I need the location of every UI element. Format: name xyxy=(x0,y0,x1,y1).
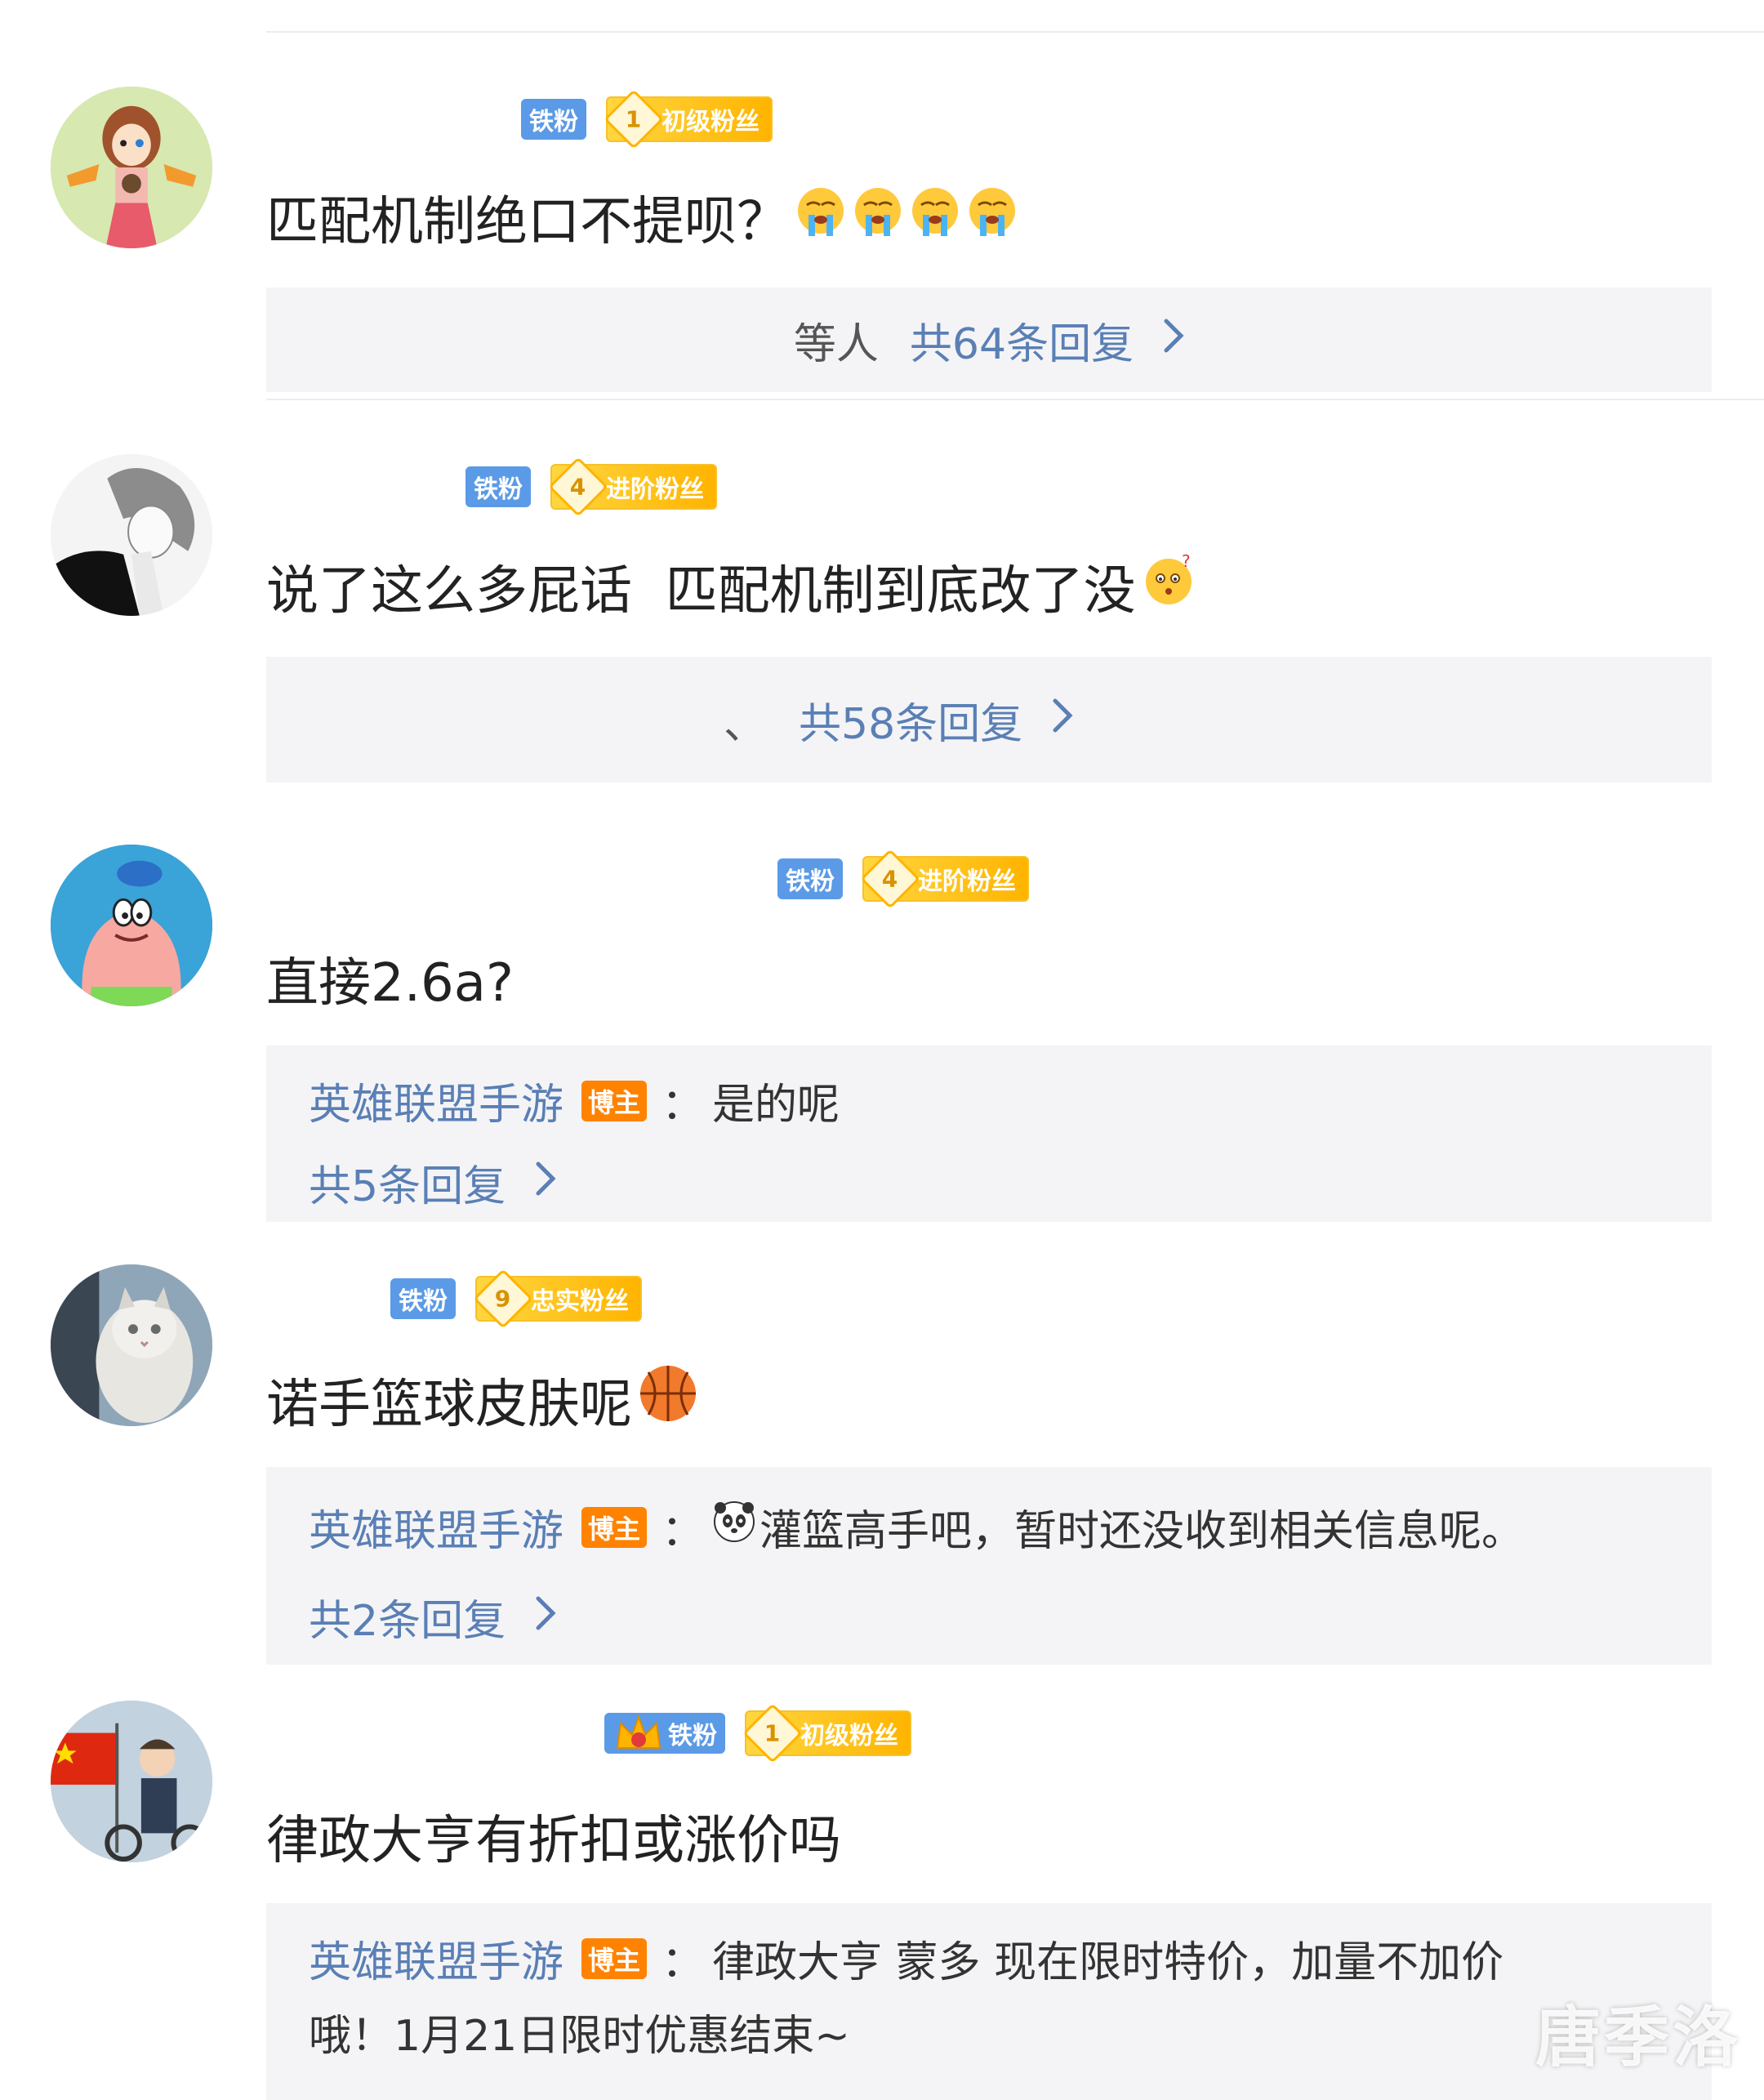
view-replies-link[interactable]: 共2条回复 xyxy=(309,1586,556,1647)
reply-summary[interactable]: 、 共58条回复 xyxy=(266,657,1712,782)
user-badges: 铁粉 1 初级粉丝 xyxy=(604,1703,911,1763)
fan-title: 初级粉丝 xyxy=(662,108,760,136)
reply-box: 英雄联盟手游 博主 ： 灌篮高手吧，暂时还没收到相关信息呢。 共2条回复 xyxy=(266,1467,1712,1665)
view-replies-link[interactable]: 共5条回复 xyxy=(309,1152,556,1213)
chevron-right-icon xyxy=(1052,695,1073,744)
chevron-right-icon xyxy=(1163,315,1184,364)
fan-level-diamond-icon: 9 xyxy=(473,1268,533,1329)
crying-emoji-icon xyxy=(794,184,1022,251)
reply-text: 灌篮高手吧，暂时还没收到相关信息呢。 xyxy=(760,1507,1525,1556)
fan-title: 进阶粉丝 xyxy=(606,475,704,504)
reply-text: 哦！1月21日限时优惠结束~ xyxy=(309,2012,850,2061)
comment-text: 律政大亨有折扣或涨价吗 xyxy=(266,1811,841,1871)
svg-text:?: ? xyxy=(1182,552,1191,571)
view-replies-link[interactable]: 共58条回复 xyxy=(799,689,1073,751)
iron-fan-badge: 铁粉 xyxy=(466,466,531,507)
avatar[interactable] xyxy=(51,87,212,248)
fan-level-diamond-icon: 1 xyxy=(742,1703,803,1763)
reply-box: 英雄联盟手游 博主 ： 律政大亨 蒙多 现在限时特价，加量不加价 哦！1月21日… xyxy=(266,1903,1712,2100)
avatar[interactable] xyxy=(51,845,212,1006)
fan-title: 初级粉丝 xyxy=(800,1722,898,1750)
reply-summary[interactable]: 等人 共64条回复 xyxy=(266,288,1712,392)
reply-users: 等人 xyxy=(793,319,879,369)
fan-level-diamond-icon: 4 xyxy=(548,457,608,517)
chevron-right-icon xyxy=(535,1593,556,1642)
host-badge: 博主 xyxy=(581,1506,648,1548)
fan-level-badge: 9 忠实粉丝 xyxy=(473,1268,642,1329)
iron-fan-badge: 铁粉 xyxy=(390,1278,456,1319)
avatar-patrick-star-icon xyxy=(51,845,212,1006)
avatar-girl-with-flag-icon xyxy=(51,1701,212,1862)
avatar-white-cat-icon xyxy=(51,1264,212,1426)
reply-text: 律政大亨 蒙多 现在限时特价，加量不加价 xyxy=(712,1938,1504,1987)
divider-top xyxy=(266,31,1764,33)
divider xyxy=(266,399,1764,400)
fan-level-diamond-icon: 4 xyxy=(860,849,920,909)
reply-box: 英雄联盟手游 博主 ： 是的呢 共5条回复 xyxy=(266,1046,1712,1222)
avatar[interactable] xyxy=(51,1264,212,1426)
reply-users: 、 xyxy=(724,699,767,749)
watermark: 唐季洛 xyxy=(1535,2000,1741,2075)
host-badge: 博主 xyxy=(581,1937,648,1979)
fan-level-diamond-icon: 1 xyxy=(604,89,664,149)
reply-author-link[interactable]: 英雄联盟手游 xyxy=(309,1070,564,1131)
host-reply: 英雄联盟手游 博主 ： 律政大亨 蒙多 现在限时特价，加量不加价 xyxy=(309,1928,1503,1989)
comment-text: 说了这么多屁话 匹配机制到底改了没 ? xyxy=(266,549,1196,624)
comment-text: 匹配机制绝口不提呗？ xyxy=(266,180,1022,255)
avatar[interactable] xyxy=(51,1701,212,1862)
panda-emoji-icon xyxy=(712,1500,756,1554)
user-badges: 铁粉 1 初级粉丝 xyxy=(521,89,773,149)
comment-text: 直接2.6a? xyxy=(266,953,514,1014)
fan-title: 忠实粉丝 xyxy=(531,1287,629,1316)
reply-author-link[interactable]: 英雄联盟手游 xyxy=(309,1928,564,1989)
fan-level-badge: 4 进阶粉丝 xyxy=(860,849,1029,909)
host-badge: 博主 xyxy=(581,1080,648,1121)
reply-text: 是的呢 xyxy=(712,1081,840,1130)
confused-emoji-icon: ? xyxy=(1141,551,1196,621)
avatar[interactable] xyxy=(51,454,212,616)
iron-fan-badge: 铁粉 xyxy=(777,858,843,899)
user-badges: 铁粉 4 进阶粉丝 xyxy=(777,849,1029,909)
iron-fan-badge: 铁粉 xyxy=(604,1713,725,1754)
fan-level-badge: 1 初级粉丝 xyxy=(604,89,773,149)
user-badges: 铁粉 4 进阶粉丝 xyxy=(466,457,717,517)
user-badges: 铁粉 9 忠实粉丝 xyxy=(390,1268,642,1329)
comment-text: 诺手篮球皮肤呢 xyxy=(266,1362,699,1438)
avatar-anime-boy-icon xyxy=(51,454,212,616)
crown-icon xyxy=(612,1712,665,1754)
avatar-girl-with-wings-icon xyxy=(51,87,212,248)
reply-author-link[interactable]: 英雄联盟手游 xyxy=(309,1496,564,1558)
chevron-right-icon xyxy=(535,1158,556,1207)
view-replies-link[interactable]: 共64条回复 xyxy=(910,310,1184,371)
host-reply: 英雄联盟手游 博主 ： 灌篮高手吧，暂时还没收到相关信息呢。 xyxy=(309,1496,1524,1558)
host-reply: 英雄联盟手游 博主 ： 是的呢 xyxy=(309,1070,840,1131)
host-reply-continued: 哦！1月21日限时优惠结束~ xyxy=(309,2001,850,2062)
fan-level-badge: 4 进阶粉丝 xyxy=(548,457,717,517)
basketball-emoji-icon xyxy=(637,1362,699,1438)
fan-title: 进阶粉丝 xyxy=(918,867,1016,896)
fan-level-badge: 1 初级粉丝 xyxy=(742,1703,911,1763)
iron-fan-badge: 铁粉 xyxy=(521,99,586,140)
